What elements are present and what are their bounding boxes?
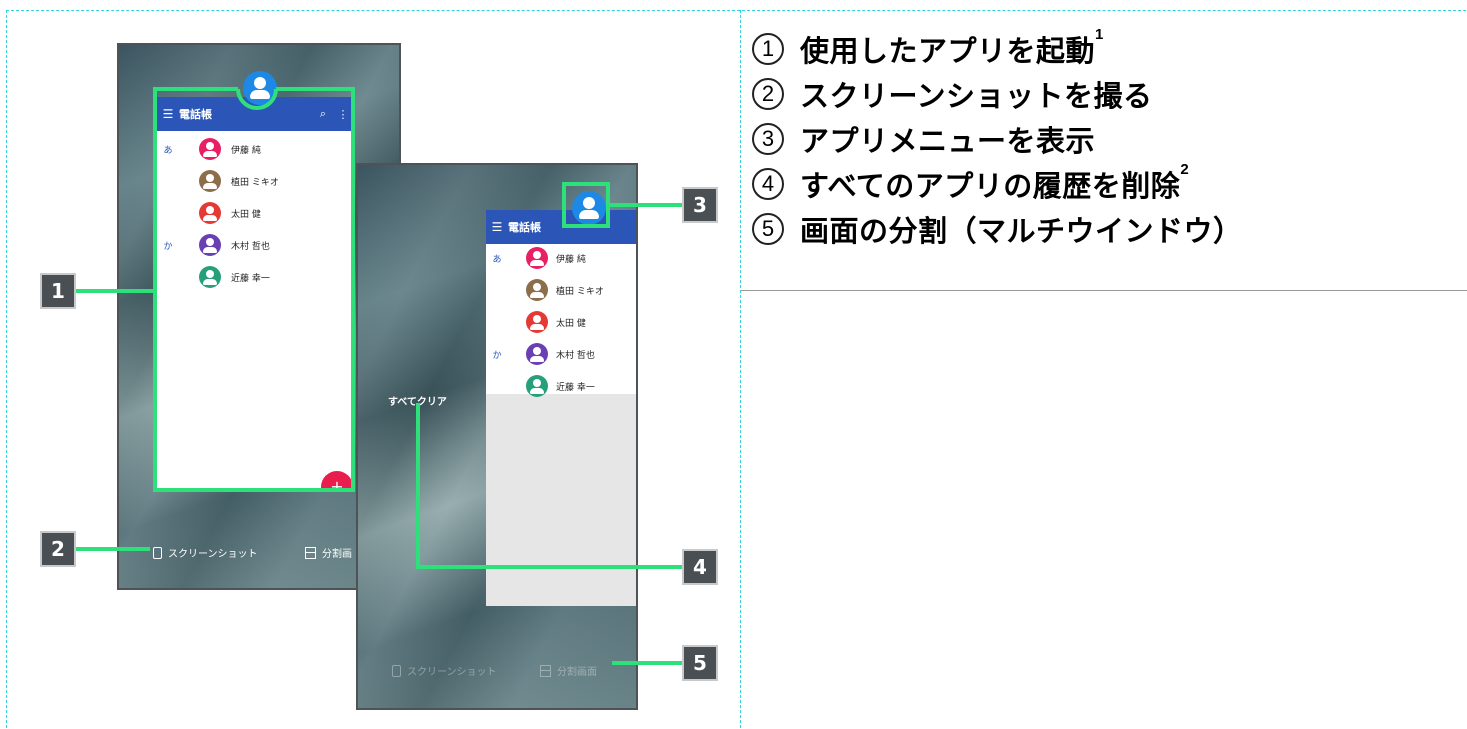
legend-text: 画面の分割（マルチウインドウ）	[800, 215, 1243, 248]
avatar	[199, 202, 221, 224]
split-screen-button[interactable]: 分割画	[305, 545, 352, 560]
contact-row[interactable]: 木村 哲也	[157, 233, 270, 257]
legend-number: 2	[752, 77, 784, 110]
legend-item: 3 アプリメニューを表示	[752, 116, 1243, 161]
legend: 1 使用したアプリを起動1 2 スクリーンショットを撮る 3 アプリメニューを表…	[752, 26, 1243, 251]
avatar	[199, 266, 221, 288]
avatar	[526, 311, 548, 333]
app-bar: ☰ 電話帳	[486, 210, 636, 244]
contact-name: 木村 哲也	[231, 241, 270, 252]
contact-name: 植田 ミキオ	[231, 177, 279, 188]
contact-row[interactable]: 太田 健	[157, 201, 261, 225]
avatar	[526, 375, 548, 397]
contact-row[interactable]: 近藤 幸一	[486, 374, 595, 398]
contact-name: 近藤 幸一	[231, 273, 270, 284]
more-icon[interactable]: ⋮	[333, 108, 353, 121]
contact-row[interactable]: 伊藤 純	[486, 246, 586, 270]
callout-4: 4	[682, 549, 718, 585]
avatar	[526, 343, 548, 365]
legend-item: 2 スクリーンショットを撮る	[752, 71, 1243, 116]
split-screen-icon	[540, 664, 551, 677]
legend-item: 4 すべてのアプリの履歴を削除2	[752, 161, 1243, 206]
avatar	[199, 234, 221, 256]
legend-number: 1	[752, 32, 784, 65]
app-title: 電話帳	[179, 108, 212, 121]
split-screen-label: 分割画	[322, 549, 352, 560]
legend-text: スクリーンショットを撮る	[800, 80, 1153, 113]
contact-row[interactable]: 植田 ミキオ	[486, 278, 604, 302]
contact-name: 太田 健	[556, 318, 586, 329]
recent-app-screen-2: ☰ 電話帳 あ 伊藤 純 植田 ミキオ 太田 健 か 木村 哲也 近藤 幸一 す…	[356, 163, 638, 710]
contacts-app-card[interactable]: ☰ 電話帳 あ 伊藤 純 植田 ミキオ 太田 健 か 木村 哲也 近藤 幸一	[486, 210, 636, 606]
split-screen-button[interactable]: 分割画面	[540, 663, 597, 678]
contacts-app-icon[interactable]	[572, 191, 606, 225]
contact-row[interactable]: 太田 健	[486, 310, 586, 334]
avatar	[199, 170, 221, 192]
avatar	[526, 279, 548, 301]
legend-number: 3	[752, 122, 784, 155]
contact-list: あ 伊藤 純 植田 ミキオ 太田 健 か 木村 哲也 近藤 幸一	[486, 244, 636, 397]
contact-row[interactable]: 近藤 幸一	[157, 265, 270, 289]
split-screen-label: 分割画面	[557, 667, 597, 678]
split-screen-icon	[305, 546, 316, 559]
contact-name: 木村 哲也	[556, 350, 595, 361]
contacts-app-icon[interactable]	[243, 71, 277, 105]
menu-icon[interactable]: ☰	[157, 107, 179, 121]
screenshot-label: スクリーンショット	[168, 549, 258, 560]
add-contact-fab[interactable]: +	[321, 471, 353, 489]
legend-text: すべてのアプリの履歴を削除2	[800, 160, 1190, 203]
search-icon[interactable]: ⌕	[313, 107, 333, 121]
avatar	[526, 247, 548, 269]
callout-1: 1	[40, 273, 76, 309]
callout-5: 5	[682, 645, 718, 681]
contact-name: 植田 ミキオ	[556, 286, 604, 297]
screenshot-button[interactable]: スクリーンショット	[153, 545, 258, 560]
avatar	[199, 138, 221, 160]
legend-number: 4	[752, 167, 784, 200]
phone-icon	[153, 546, 162, 559]
contact-name: 太田 健	[231, 209, 261, 220]
contacts-app-card[interactable]: ☰ 電話帳 ⌕ ⋮ あ 伊藤 純 植田 ミキオ 太田 健 か 木村 哲也 近藤 …	[157, 97, 353, 489]
contact-name: 近藤 幸一	[556, 382, 595, 393]
legend-number: 5	[752, 212, 784, 245]
legend-text: アプリメニューを表示	[800, 125, 1096, 158]
legend-text: 使用したアプリを起動1	[800, 25, 1104, 68]
contact-row[interactable]: 植田 ミキオ	[157, 169, 279, 193]
contact-row[interactable]: 伊藤 純	[157, 137, 261, 161]
menu-icon[interactable]: ☰	[486, 220, 508, 234]
legend-item: 5 画面の分割（マルチウインドウ）	[752, 206, 1243, 251]
screenshot-button[interactable]: スクリーンショット	[392, 663, 497, 678]
legend-item: 1 使用したアプリを起動1	[752, 26, 1243, 71]
contact-name: 伊藤 純	[556, 254, 586, 265]
callout-3: 3	[682, 187, 718, 223]
clear-all-button[interactable]: すべてクリア	[388, 393, 447, 408]
app-title: 電話帳	[508, 221, 541, 234]
screenshot-label: スクリーンショット	[407, 667, 497, 678]
column-separator	[740, 10, 741, 728]
callout-2: 2	[40, 531, 76, 567]
contact-name: 伊藤 純	[231, 145, 261, 156]
contact-row[interactable]: 木村 哲也	[486, 342, 595, 366]
phone-icon	[392, 664, 401, 677]
legend-divider	[741, 290, 1467, 291]
